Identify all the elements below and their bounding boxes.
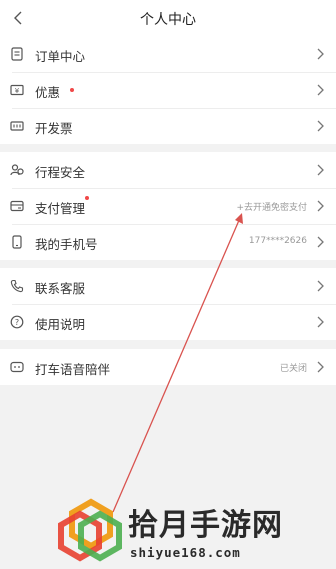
- menu-item-label: 打车语音陪伴: [35, 362, 111, 377]
- menu-item-label: 行程安全: [35, 165, 86, 180]
- chevron-right-icon: [317, 200, 324, 212]
- menu-item-voice-companion[interactable]: 打车语音陪伴 已关闭: [0, 349, 336, 385]
- watermark-url: shiyue168.com: [130, 545, 241, 560]
- phone-number-value: 177****2626: [248, 236, 307, 246]
- top-bar: 个人中心: [0, 0, 336, 36]
- menu-item-phone-number[interactable]: 我的手机号 177****2626: [0, 224, 336, 260]
- voice-companion-status: 已关闭: [279, 364, 307, 374]
- chevron-right-icon: [317, 120, 324, 132]
- menu-item-payment[interactable]: 支付管理 +去开通免密支付: [0, 188, 336, 224]
- menu-item-label: 联系客服: [35, 281, 86, 296]
- notification-dot: [85, 196, 89, 200]
- payment-promo-text: +去开通免密支付: [236, 203, 307, 213]
- watermark-logo-icon: [58, 498, 122, 562]
- menu-item-orders[interactable]: 订单中心: [0, 36, 336, 72]
- svg-text:?: ?: [15, 318, 19, 327]
- invoice-icon: [10, 119, 24, 133]
- chevron-right-icon: [317, 280, 324, 292]
- people-shield-icon: [10, 163, 24, 177]
- chevron-right-icon: [317, 84, 324, 96]
- menu-section-voice: 打车语音陪伴 已关闭: [0, 349, 336, 385]
- menu-item-customer-service[interactable]: 联系客服: [0, 268, 336, 304]
- menu-item-label: 开发票: [35, 121, 73, 136]
- chevron-right-icon: [317, 316, 324, 328]
- menu-section-help: 联系客服 ? 使用说明: [0, 268, 336, 340]
- coupon-icon: ¥: [10, 83, 24, 97]
- menu-section-orders: 订单中心 ¥ 优惠 开发票: [0, 36, 336, 144]
- chevron-right-icon: [317, 164, 324, 176]
- notification-dot: [70, 88, 74, 92]
- page-title: 个人中心: [140, 12, 196, 28]
- menu-item-label: 我的手机号: [35, 237, 98, 252]
- wallet-icon: [10, 199, 24, 213]
- question-icon: ?: [10, 315, 24, 329]
- call-icon: [10, 279, 24, 293]
- chevron-right-icon: [317, 48, 324, 60]
- voice-companion-icon: [10, 360, 24, 374]
- menu-section-account: 行程安全 支付管理 +去开通免密支付 我的手机号 177****2626: [0, 152, 336, 260]
- phone-icon: [10, 235, 24, 249]
- menu-item-invoice[interactable]: 开发票: [0, 108, 336, 144]
- menu-item-label: 优惠: [35, 85, 61, 100]
- watermark-title: 拾月手游网: [128, 508, 283, 543]
- menu-item-label: 支付管理: [35, 201, 86, 216]
- menu-item-trip-safety[interactable]: 行程安全: [0, 152, 336, 188]
- chevron-right-icon: [317, 361, 324, 373]
- menu-item-instructions[interactable]: ? 使用说明: [0, 304, 336, 340]
- svg-text:¥: ¥: [15, 87, 20, 95]
- menu-item-label: 订单中心: [35, 49, 86, 64]
- chevron-right-icon: [317, 236, 324, 248]
- menu-item-discounts[interactable]: ¥ 优惠: [0, 72, 336, 108]
- menu-item-label: 使用说明: [35, 317, 86, 332]
- document-icon: [10, 47, 24, 61]
